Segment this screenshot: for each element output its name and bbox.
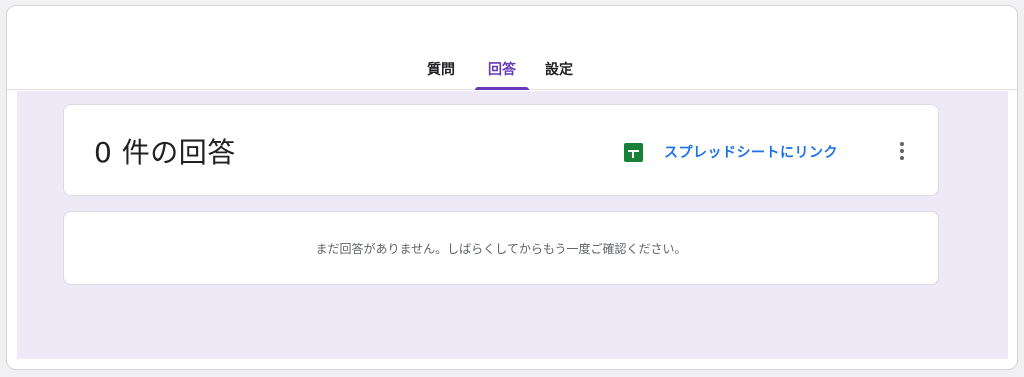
responses-panel: 0 件の回答 スプレッドシートにリンク まだ回答がありません。しばらくしてからも…: [17, 91, 1008, 359]
empty-state-card: まだ回答がありません。しばらくしてからもう一度ご確認ください。: [63, 211, 939, 285]
responses-summary-card: 0 件の回答 スプレッドシートにリンク: [63, 104, 939, 196]
tab-responses-label: 回答: [488, 62, 516, 78]
more-dot: [900, 156, 904, 160]
active-tab-indicator: [475, 87, 529, 90]
tab-bar: 質問 回答 設定: [7, 6, 1017, 90]
more-vert-icon[interactable]: [890, 139, 914, 163]
google-sheets-icon: [624, 142, 643, 162]
tab-settings[interactable]: 設定: [537, 59, 581, 90]
tab-questions[interactable]: 質問: [421, 59, 461, 90]
forms-window: 質問 回答 設定 0 件の回答 スプレッドシートにリンク まだ回答がありません。…: [6, 5, 1018, 370]
more-dot: [900, 142, 904, 146]
empty-state-message: まだ回答がありません。しばらくしてからもう一度ご確認ください。: [315, 242, 687, 256]
link-to-sheets-button[interactable]: スプレッドシートにリンク: [624, 141, 838, 163]
tab-responses[interactable]: 回答: [475, 59, 529, 90]
response-count-heading: 0 件の回答: [94, 136, 236, 169]
more-dot: [900, 149, 904, 153]
link-to-sheets-label: スプレッドシートにリンク: [664, 145, 838, 161]
